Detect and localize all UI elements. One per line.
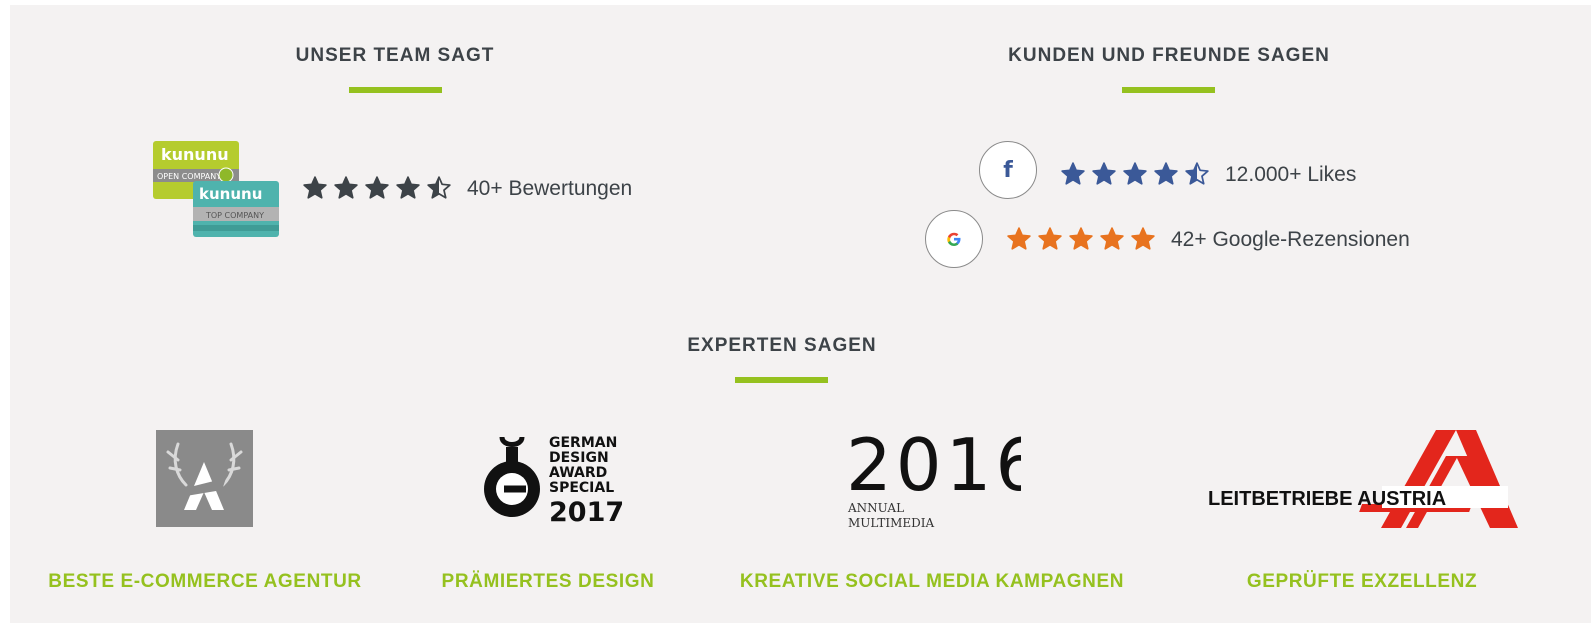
german-design-award-logo: GERMAN DESIGN AWARD SPECIAL 2017	[474, 433, 624, 528]
star-full-icon	[1123, 162, 1147, 185]
multimedia-line-2: MULTIMEDIA	[848, 516, 935, 530]
star-full-icon	[303, 176, 327, 199]
team-heading: UNSER TEAM SAGT	[295, 45, 495, 66]
experts-heading-underline	[735, 377, 828, 383]
ecommerce-award-logo	[156, 430, 253, 527]
google-icon	[947, 232, 961, 246]
award-caption-excellence: GEPRÜFTE EXZELLENZ	[1246, 571, 1478, 592]
star-half-icon	[427, 176, 451, 199]
facebook-rating-label: 12.000+ Likes	[1225, 163, 1357, 186]
star-full-icon	[1061, 162, 1085, 185]
team-heading-underline	[349, 87, 442, 93]
multimedia-line-1: ANNUAL	[847, 501, 904, 515]
facebook-button[interactable]: f	[979, 141, 1037, 199]
gda-line-2: DESIGN	[549, 450, 609, 466]
team-rating-stars	[302, 175, 452, 201]
gda-line-3: AWARD	[549, 465, 607, 481]
award-caption-ecommerce: BESTE E-COMMERCE AGENTUR	[48, 571, 362, 592]
star-full-icon	[1069, 227, 1093, 250]
star-full-icon	[1092, 162, 1116, 185]
reviews-section	[10, 5, 1591, 623]
annual-multimedia-logo: 2016 ANNUAL MULTIMEDIA	[846, 423, 1041, 530]
award-caption-social-media: KREATIVE SOCIAL MEDIA KAMPAGNEN	[739, 571, 1125, 592]
star-full-icon	[396, 176, 420, 199]
star-full-icon	[334, 176, 358, 199]
customers-heading: KUNDEN UND FREUNDE SAGEN	[1008, 45, 1330, 66]
google-button[interactable]	[925, 210, 983, 268]
gda-line-1: GERMAN	[549, 435, 617, 451]
star-full-icon	[1154, 162, 1178, 185]
google-rating-label: 42+ Google-Rezensionen	[1171, 228, 1410, 251]
team-rating-label: 40+ Bewertungen	[467, 177, 633, 200]
star-full-icon	[1100, 227, 1124, 250]
star-full-icon	[1007, 227, 1031, 250]
facebook-rating-stars	[1060, 161, 1210, 187]
multimedia-year: 2016	[846, 428, 1021, 507]
google-rating-stars	[1006, 226, 1156, 252]
star-full-icon	[365, 176, 389, 199]
kununu-badge-bottom-label: TOP COMPANY	[205, 211, 264, 220]
star-full-icon	[1038, 227, 1062, 250]
kununu-badge-top-brand: kununu	[161, 145, 229, 164]
svg-text:GERMAN DESIGN AWAR: GERMAN DESIGN AWARD SPECIAL 2017	[549, 433, 624, 525]
star-half-icon	[1185, 162, 1209, 185]
kununu-badges: kununu OPEN COMPANY kununu TOP COMPANY	[153, 141, 279, 237]
kununu-badge-bottom-brand: kununu	[199, 185, 262, 203]
gda-line-4: SPECIAL	[549, 480, 614, 496]
experts-heading: EXPERTEN SAGEN	[687, 335, 877, 356]
facebook-icon: f	[1003, 157, 1013, 183]
award-caption-design: PRÄMIERTES DESIGN	[441, 571, 655, 592]
leitbetriebe-austria-logo: LEITBETRIEBE AUSTRIA	[1206, 430, 1518, 528]
customers-heading-underline	[1122, 87, 1215, 93]
gda-year: 2017	[549, 497, 624, 525]
star-full-icon	[1131, 227, 1155, 250]
kununu-badge-top-label: OPEN COMPANY	[157, 172, 221, 181]
leitbetriebe-wordmark: LEITBETRIEBE AUSTRIA	[1208, 488, 1446, 510]
